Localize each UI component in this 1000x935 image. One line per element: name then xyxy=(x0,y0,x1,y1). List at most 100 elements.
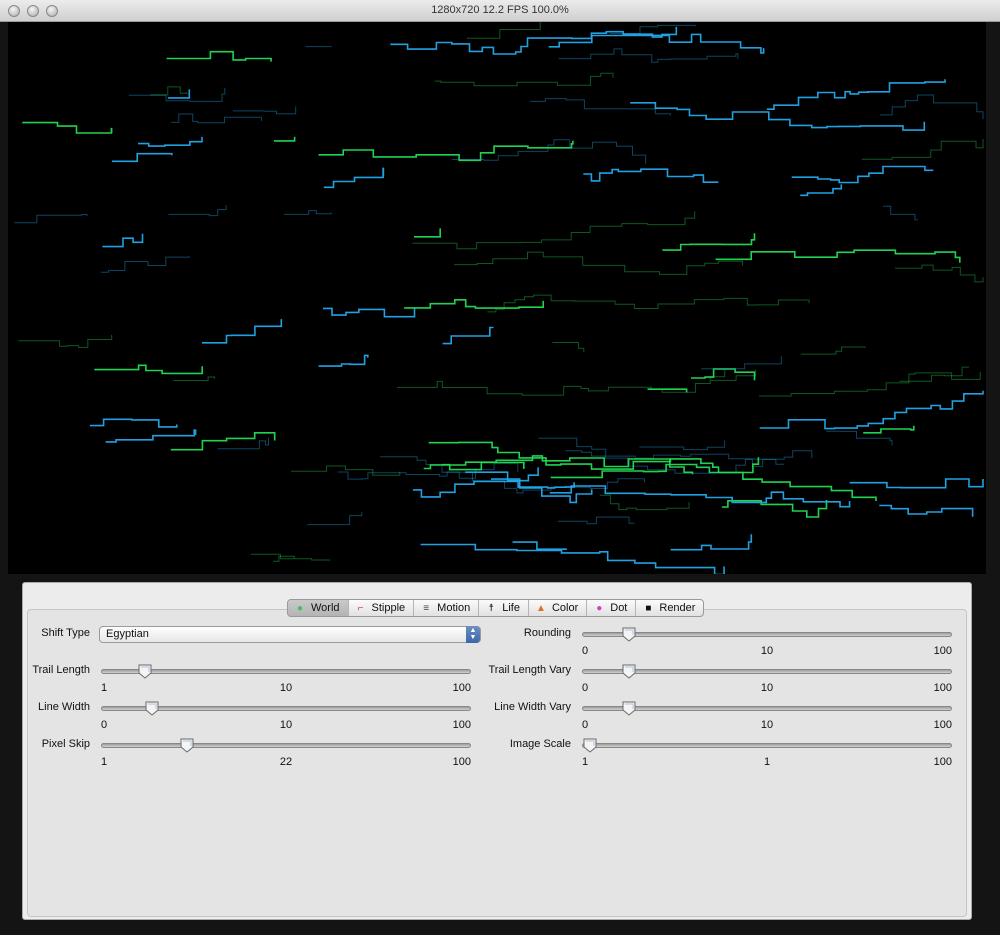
trail-line xyxy=(552,342,585,353)
trail-line xyxy=(232,106,297,115)
tab-label: Render xyxy=(659,602,696,614)
trail-length-tick-min: 1 xyxy=(101,682,108,694)
trail-line xyxy=(318,354,369,367)
trail-line xyxy=(538,437,785,474)
trail-line xyxy=(323,307,416,318)
trail-length-tick-mid: 10 xyxy=(279,682,293,694)
life-icon: ☨ xyxy=(488,602,494,614)
line-width-slider[interactable] xyxy=(101,701,471,716)
trail-line xyxy=(558,48,739,63)
line-width-slider-knob[interactable] xyxy=(145,701,159,716)
trail-line xyxy=(491,478,593,504)
trail-length-label: Trail Length xyxy=(32,664,90,676)
trail-line xyxy=(662,233,756,251)
trail-line xyxy=(22,121,113,134)
trail-line xyxy=(512,541,567,551)
image-scale-slider-knob[interactable] xyxy=(583,738,597,753)
tab-bar: ● World ⌐ Stipple ≡ Motion ☨ Life ▲ Color ● Dot ■ Ren… xyxy=(287,599,705,617)
line-width-vary-tick-min: 0 xyxy=(582,719,589,731)
trail-line xyxy=(826,430,893,446)
tab-render[interactable]: ■ Render xyxy=(636,600,703,616)
trail-line xyxy=(404,298,545,309)
trail-line xyxy=(94,364,203,375)
trail-line xyxy=(150,86,188,96)
trail-line xyxy=(549,485,851,508)
rounding-slider-knob[interactable] xyxy=(622,627,636,642)
line-width-vary-label: Line Width Vary xyxy=(494,701,571,713)
trail-line xyxy=(701,356,782,370)
image-scale-label: Image Scale xyxy=(509,738,571,750)
tab-stipple[interactable]: ⌐ Stipple xyxy=(349,600,415,616)
trail-line xyxy=(530,98,671,116)
tab-motion[interactable]: ≡ Motion xyxy=(414,600,480,616)
pixel-skip-tick-mid: 22 xyxy=(279,756,293,768)
window-title: 1280x720 12.2 FPS 100.0% xyxy=(431,4,569,16)
trail-line xyxy=(100,256,190,273)
dot-icon: ● xyxy=(596,602,603,614)
trail-line xyxy=(217,437,269,450)
shift-type-select[interactable]: Egyptian ▲ ▼ xyxy=(99,626,481,643)
trail-line xyxy=(284,210,332,215)
trail-lines xyxy=(14,22,984,574)
trail-line xyxy=(466,22,541,39)
trail-line xyxy=(583,168,719,183)
trail-length-vary-slider-knob[interactable] xyxy=(622,664,636,679)
trail-line xyxy=(171,113,262,124)
trail-length-slider-knob[interactable] xyxy=(138,664,152,679)
trail-length-vary-tick-min: 0 xyxy=(582,682,589,694)
pixel-skip-tick-max: 100 xyxy=(452,756,471,768)
rounding-label: Rounding xyxy=(523,627,571,639)
trail-line xyxy=(639,440,726,451)
trail-line xyxy=(307,512,363,526)
rounding-tick-max: 100 xyxy=(933,645,952,657)
trail-line xyxy=(414,228,442,238)
color-icon: ▲ xyxy=(536,602,546,614)
tab-color[interactable]: ▲ Color xyxy=(529,600,588,616)
trail-line xyxy=(557,516,635,525)
tab-life[interactable]: ☨ Life xyxy=(479,600,529,616)
trail-line xyxy=(879,504,974,517)
trail-line xyxy=(800,184,843,197)
trail-line xyxy=(105,429,197,443)
trail-line xyxy=(168,205,227,217)
camera-icon: ■ xyxy=(645,602,652,614)
tab-label: Life xyxy=(502,602,520,614)
tab-label: Stipple xyxy=(371,602,406,614)
rounding-slider[interactable] xyxy=(582,627,952,642)
image-scale-slider[interactable] xyxy=(582,738,952,753)
trail-length-vary-label: Trail Length Vary xyxy=(488,664,571,676)
trail-line xyxy=(412,480,575,498)
trail-line xyxy=(291,465,401,476)
trail-line xyxy=(670,534,753,551)
tab-label: Dot xyxy=(610,602,628,614)
trail-line xyxy=(863,425,915,434)
trail-length-slider[interactable] xyxy=(101,664,471,679)
line-width-tick-min: 0 xyxy=(101,719,108,731)
line-width-vary-slider-knob[interactable] xyxy=(622,701,636,716)
tab-world[interactable]: ● World xyxy=(288,600,349,616)
line-width-vary-tick-max: 100 xyxy=(933,719,952,731)
trail-line xyxy=(318,140,574,162)
trail-line xyxy=(442,326,494,345)
pixel-skip-slider-knob[interactable] xyxy=(180,738,194,753)
title-bar[interactable]: 1280x720 12.2 FPS 100.0% xyxy=(0,0,1000,22)
tab-dot[interactable]: ● Dot xyxy=(587,600,637,616)
trail-line xyxy=(166,50,272,62)
trail-length-vary-slider[interactable] xyxy=(582,664,952,679)
trail-line xyxy=(305,45,332,48)
render-canvas[interactable] xyxy=(8,22,986,574)
rounding-tick-min: 0 xyxy=(582,645,589,657)
trail-line xyxy=(173,376,215,381)
trail-line xyxy=(879,94,984,120)
trail-line xyxy=(895,264,984,283)
trail-line xyxy=(715,249,961,263)
stipple-icon: ⌐ xyxy=(357,602,364,614)
trail-line xyxy=(849,478,984,489)
line-width-vary-slider[interactable] xyxy=(582,701,952,716)
trail-line xyxy=(883,205,918,221)
pixel-skip-slider[interactable] xyxy=(101,738,471,753)
trail-line xyxy=(201,319,283,344)
rounding-tick-mid: 10 xyxy=(760,645,774,657)
trail-line xyxy=(861,139,984,160)
trail-line xyxy=(599,494,690,511)
